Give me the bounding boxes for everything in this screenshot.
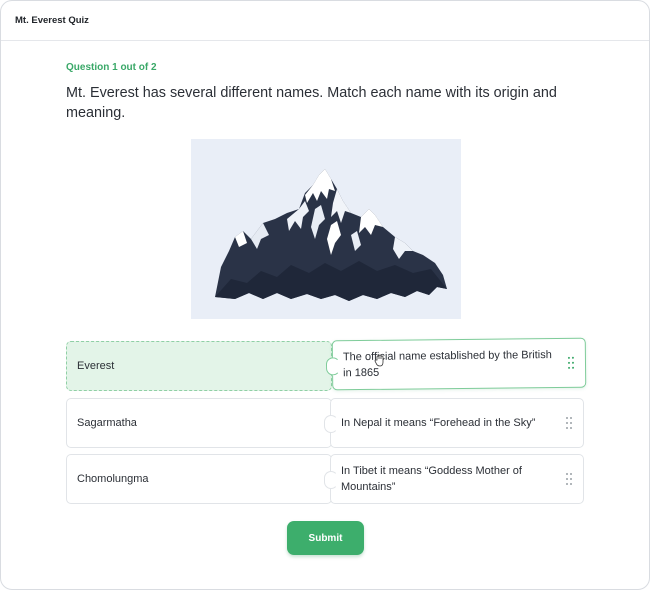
puzzle-notch	[324, 471, 338, 489]
meaning-card-official-name[interactable]: The official name established by the Bri…	[325, 337, 587, 391]
meaning-label: In Tibet it means “Goddess Mother of Mou…	[341, 465, 522, 493]
drag-handle-icon[interactable]	[566, 417, 572, 429]
submit-button[interactable]: Submit	[287, 521, 364, 555]
meaning-card-nepal[interactable]: In Nepal it means “Forehead in the Sky”	[324, 398, 584, 448]
name-label: Sagarmatha	[77, 417, 137, 429]
match-row: Sagarmatha In Nepal it means “Forehead i…	[66, 398, 586, 448]
title-bar: Mt. Everest Quiz	[1, 1, 649, 41]
meaning-label: In Nepal it means “Forehead in the Sky”	[341, 417, 536, 429]
quiz-window: Mt. Everest Quiz Question 1 out of 2 Mt.…	[0, 0, 650, 590]
meaning-card-tibet[interactable]: In Tibet it means “Goddess Mother of Mou…	[324, 454, 584, 504]
grab-cursor-icon	[374, 354, 384, 367]
name-card-chomolungma[interactable]: Chomolungma	[66, 454, 332, 504]
question-text: Mt. Everest has several different names.…	[66, 85, 557, 121]
puzzle-notch	[325, 357, 341, 376]
question-progress: Question 1 out of 2	[66, 62, 157, 73]
match-row: Chomolungma In Tibet it means “Goddess M…	[66, 454, 586, 504]
name-label: Chomolungma	[77, 473, 149, 485]
name-card-everest[interactable]: Everest	[66, 341, 332, 391]
drag-handle-icon[interactable]	[566, 473, 572, 485]
mountain-illustration	[191, 139, 461, 319]
name-label: Everest	[77, 360, 115, 372]
name-card-sagarmatha[interactable]: Sagarmatha	[66, 398, 332, 448]
mountain-icon	[215, 169, 447, 301]
drag-handle-icon[interactable]	[567, 356, 575, 369]
puzzle-notch	[324, 415, 338, 433]
match-row: Everest The official name established by…	[66, 337, 587, 391]
app-title: Mt. Everest Quiz	[15, 15, 89, 26]
question-header: Question 1 out of 2 Mt. Everest has seve…	[66, 62, 586, 123]
